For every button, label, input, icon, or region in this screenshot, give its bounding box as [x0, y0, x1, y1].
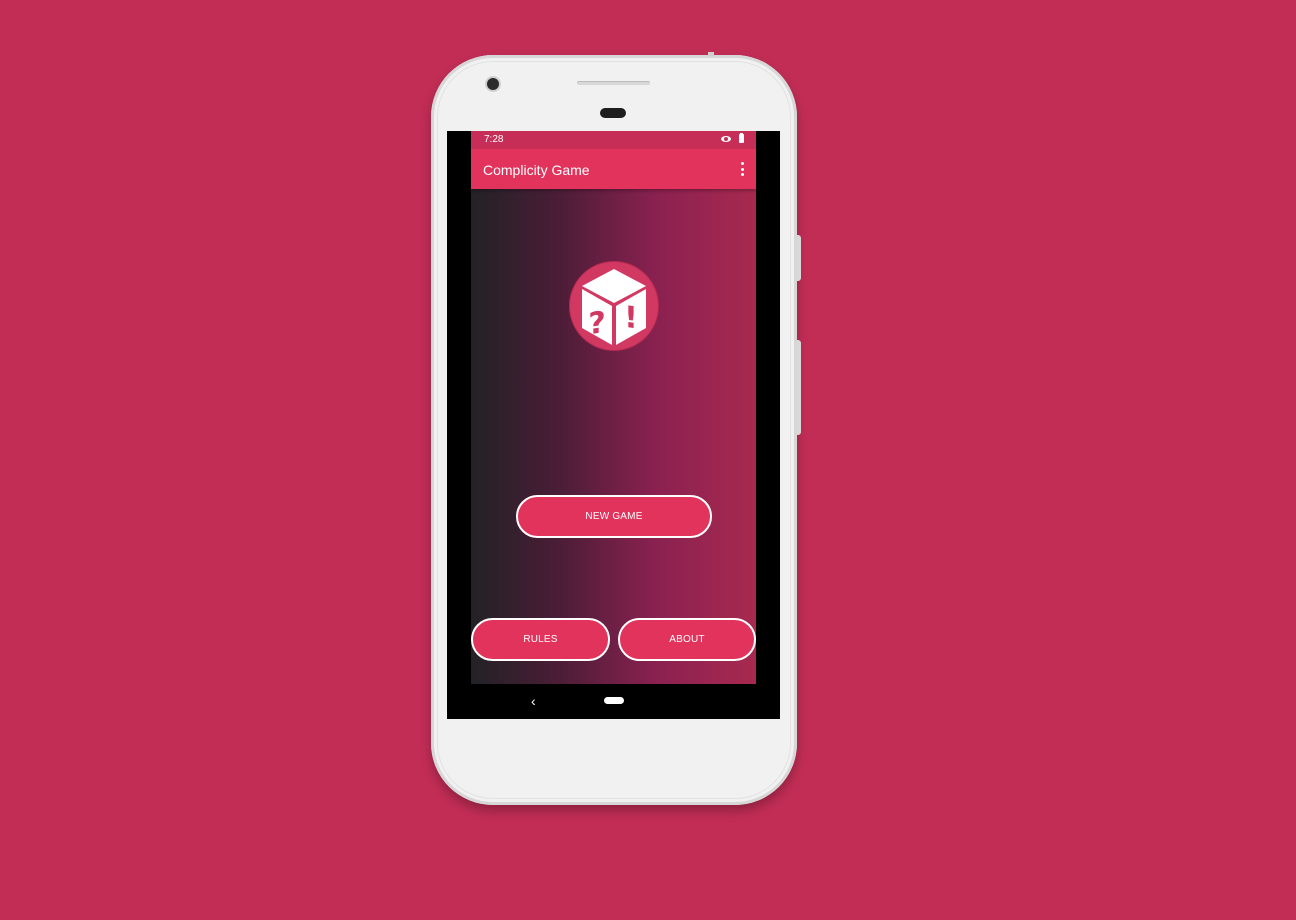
- battery-icon: [739, 133, 744, 143]
- phone-speaker: [577, 81, 650, 85]
- new-game-button[interactable]: NEW GAME: [516, 495, 712, 538]
- kebab-icon[interactable]: [740, 162, 744, 176]
- dice-logo-icon: ? !: [570, 262, 658, 350]
- volume-button: [797, 340, 801, 435]
- svg-text:?: ?: [588, 305, 605, 342]
- eye-icon: [721, 135, 731, 143]
- app-window: 7:28 Complicity Game ? ! NEW GAME RULES …: [471, 131, 756, 684]
- about-button[interactable]: ABOUT: [618, 618, 756, 661]
- app-title: Complicity Game: [483, 162, 590, 178]
- svg-text:!: !: [624, 300, 638, 337]
- home-icon[interactable]: [604, 697, 624, 704]
- phone-earpiece: [600, 108, 626, 118]
- rules-button[interactable]: RULES: [471, 618, 610, 661]
- back-icon[interactable]: ‹: [531, 694, 536, 708]
- navigation-bar: ‹: [447, 684, 780, 719]
- status-time: 7:28: [484, 134, 504, 145]
- phone-screen: 7:28 Complicity Game ? ! NEW GAME RULES …: [447, 131, 780, 719]
- phone-top-notch: [708, 52, 714, 56]
- power-button: [797, 235, 801, 281]
- status-icons: [721, 133, 744, 143]
- front-camera: [487, 78, 499, 90]
- app-bar: Complicity Game: [471, 149, 756, 189]
- status-bar: 7:28: [471, 131, 756, 149]
